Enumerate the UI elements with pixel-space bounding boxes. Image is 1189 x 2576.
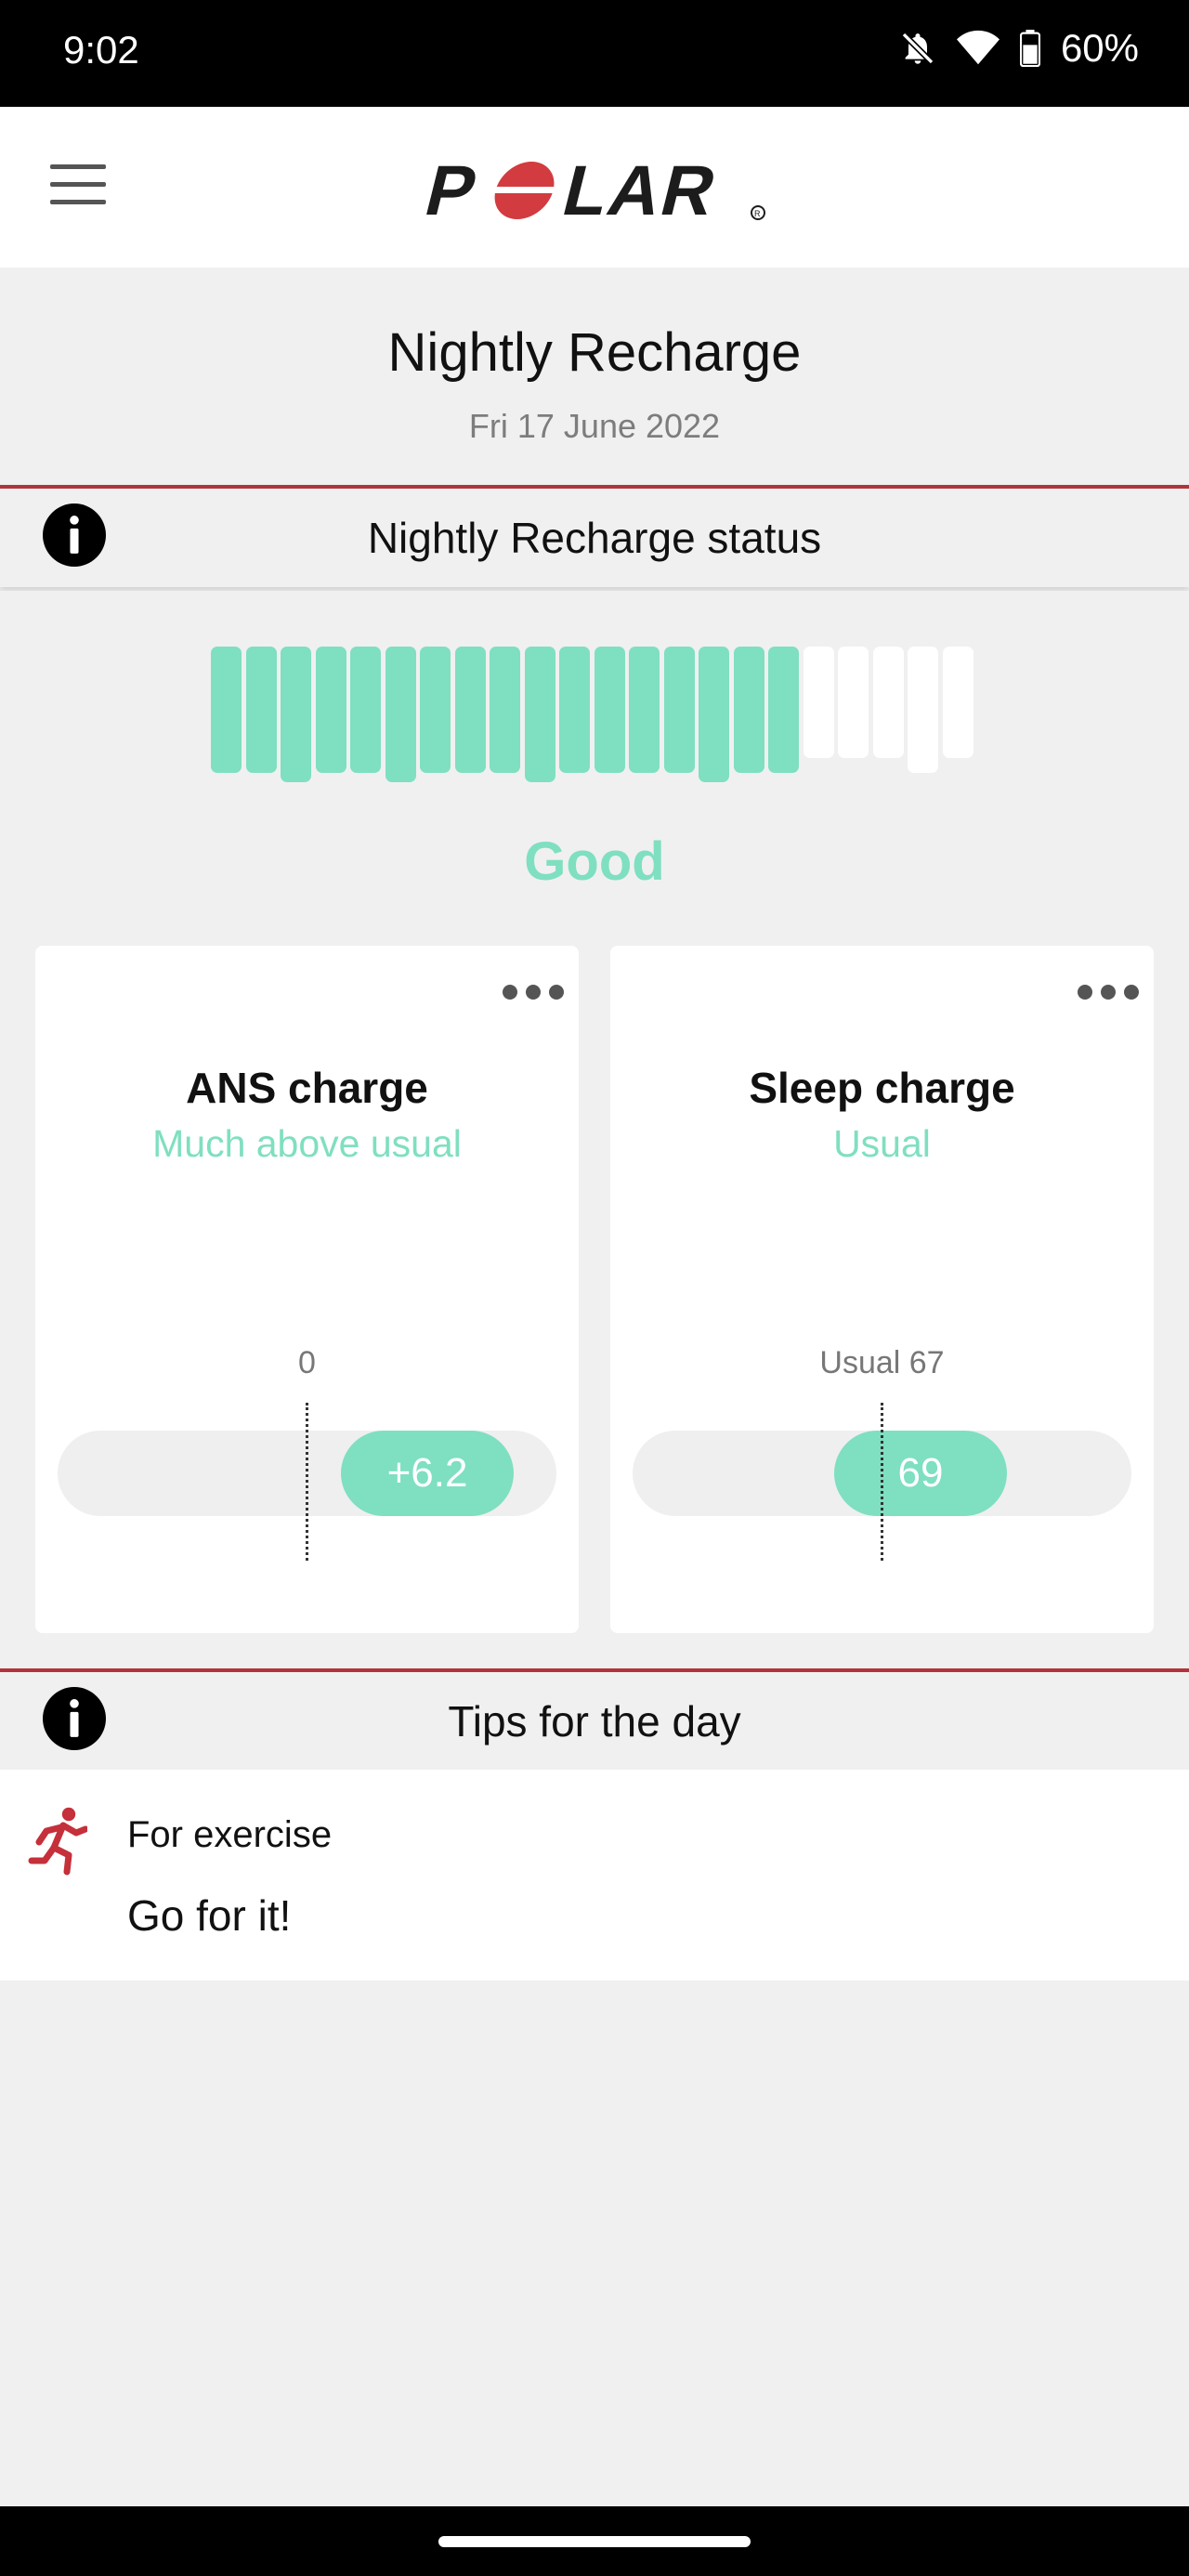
recharge-bar-filled <box>663 647 695 773</box>
home-gesture-handle[interactable] <box>438 2536 751 2547</box>
status-label: Good <box>524 831 665 892</box>
status-icons: 60% <box>899 26 1139 71</box>
tip-item: For exercise Go for it! <box>0 1770 1189 1981</box>
section-title: Nightly Recharge status <box>367 514 822 562</box>
page-date: Fri 17 June 2022 <box>468 407 721 445</box>
status-bar: 9:02 60% <box>0 0 1189 107</box>
recharge-bar-filled <box>594 647 625 773</box>
bell-off-icon <box>901 32 934 65</box>
recharge-bar-filled <box>281 647 311 782</box>
tip-category: For exercise <box>127 1814 333 1855</box>
ans-value-pill: +6.2 <box>341 1431 514 1516</box>
system-nav-bar <box>0 2506 1189 2576</box>
recharge-bar-empty <box>908 647 938 773</box>
section-title: Tips for the day <box>448 1697 741 1746</box>
page-title: Nightly Recharge <box>387 322 802 383</box>
ans-reference-label: 0 <box>298 1345 316 1380</box>
more-options-icon[interactable] <box>1078 981 1139 1000</box>
sleep-charge-subtitle: Usual <box>833 1122 931 1165</box>
recharge-bar-filled <box>385 647 416 782</box>
recharge-bar-filled <box>733 647 764 773</box>
svg-text:P: P <box>418 151 487 230</box>
ans-charge-subtitle: Much above usual <box>152 1122 462 1165</box>
recharge-bar-empty <box>838 647 869 758</box>
status-time: 9:02 <box>63 28 139 72</box>
recharge-bar-filled <box>454 647 486 773</box>
recharge-status-panel: Good <box>0 591 1189 945</box>
recharge-bar-empty <box>872 647 904 758</box>
recharge-bar-filled <box>350 647 381 773</box>
wifi-icon <box>956 30 1000 65</box>
sleep-reference-label: Usual 67 <box>819 1345 945 1380</box>
ans-charge-card[interactable]: ANS charge Much above usual 0 +6.2 <box>35 946 579 1633</box>
recharge-bar-empty <box>942 647 973 758</box>
ans-charge-title: ANS charge <box>186 1064 428 1112</box>
recharge-status-header: Nightly Recharge status <box>0 485 1189 587</box>
recharge-bar-filled <box>420 647 451 773</box>
battery-icon <box>1019 30 1040 67</box>
more-options-icon[interactable] <box>503 981 564 1000</box>
hamburger-menu-button[interactable] <box>50 164 106 207</box>
tip-text: Go for it! <box>127 1891 292 1940</box>
recharge-bar-filled <box>245 647 277 773</box>
tips-header: Tips for the day <box>0 1668 1189 1771</box>
recharge-bar-filled <box>629 647 660 773</box>
svg-text:LAR: LAR <box>555 151 725 230</box>
recharge-bar-filled <box>699 647 729 782</box>
sleep-charge-title: Sleep charge <box>749 1064 1015 1112</box>
recharge-bar-filled <box>768 647 799 773</box>
sleep-value-pill: 69 <box>834 1431 1007 1516</box>
battery-percent: 60% <box>1060 26 1139 70</box>
sleep-reference-line <box>881 1403 883 1561</box>
svg-text:R: R <box>754 209 761 218</box>
recharge-bar-empty <box>803 647 834 758</box>
recharge-bar-filled <box>315 647 346 773</box>
sleep-charge-card[interactable]: Sleep charge Usual Usual 67 69 <box>610 946 1154 1633</box>
ans-reference-line <box>306 1403 308 1561</box>
recharge-bar-filled <box>524 647 555 782</box>
running-person-icon <box>28 1807 87 1876</box>
recharge-bar-filled <box>490 647 520 773</box>
polar-logo: P LAR R <box>418 151 765 230</box>
recharge-bar-filled <box>559 647 590 773</box>
recharge-bar-filled <box>211 647 242 773</box>
app-header: P LAR R <box>0 107 1189 268</box>
